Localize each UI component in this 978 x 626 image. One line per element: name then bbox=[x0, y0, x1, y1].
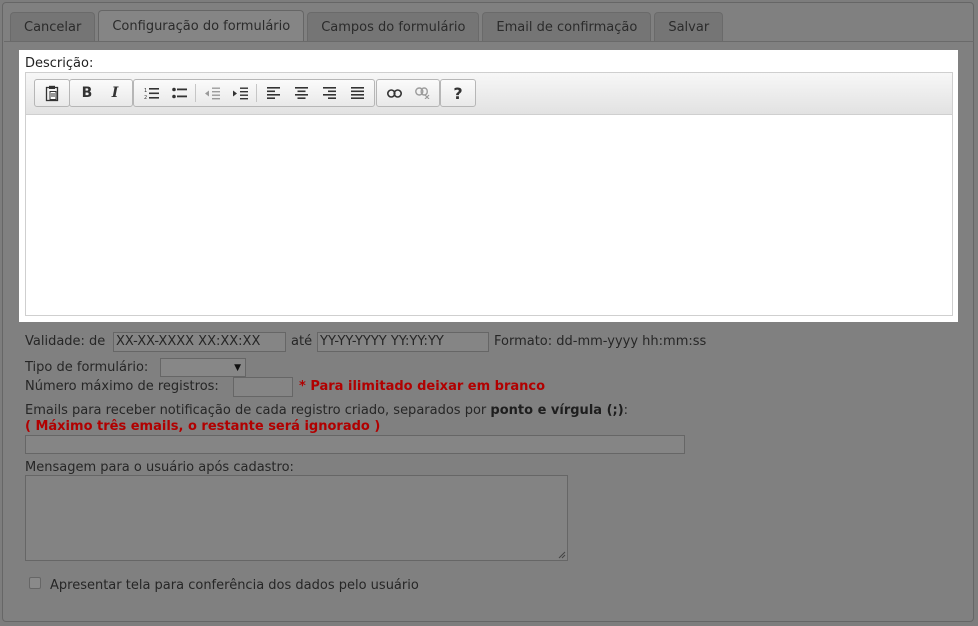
toolbar-group-lists: 12 bbox=[133, 79, 375, 107]
validity-label: Validade: de bbox=[25, 334, 106, 349]
unlink-icon[interactable] bbox=[408, 81, 436, 105]
emails-label-text: Emails para receber notificação de cada … bbox=[25, 403, 487, 418]
align-justify-icon[interactable] bbox=[343, 81, 371, 105]
toolbar-group-clipboard bbox=[34, 79, 70, 107]
help-button[interactable]: ? bbox=[444, 81, 472, 105]
svg-text:2: 2 bbox=[144, 95, 147, 100]
toolbar-separator bbox=[195, 84, 196, 102]
svg-text:1: 1 bbox=[144, 88, 147, 94]
confirm-data-label: Apresentar tela para conferência dos dad… bbox=[50, 578, 419, 593]
resize-handle-icon[interactable] bbox=[558, 551, 566, 559]
indent-icon[interactable] bbox=[226, 81, 254, 105]
tab-salvar[interactable]: Salvar bbox=[654, 12, 724, 41]
bold-button[interactable]: B bbox=[73, 81, 101, 105]
emails-label-colon: : bbox=[623, 403, 629, 418]
toolbar-separator bbox=[256, 84, 257, 102]
tab-cancelar[interactable]: Cancelar bbox=[10, 12, 96, 41]
toolbar-group-format: B I bbox=[69, 79, 133, 107]
description-label: Descrição: bbox=[25, 56, 94, 71]
message-textarea[interactable] bbox=[25, 475, 568, 561]
align-center-icon[interactable] bbox=[287, 81, 315, 105]
editor-content-area[interactable] bbox=[26, 115, 952, 315]
align-right-icon[interactable] bbox=[315, 81, 343, 105]
link-icon[interactable] bbox=[380, 81, 408, 105]
bullet-list-icon[interactable] bbox=[165, 81, 193, 105]
max-records-input[interactable] bbox=[233, 377, 293, 397]
confirm-data-checkbox[interactable] bbox=[29, 577, 41, 589]
tab-bar: Cancelar Configuração do formulário Camp… bbox=[10, 10, 724, 42]
paste-icon[interactable] bbox=[38, 81, 66, 105]
tab-email-confirmacao[interactable]: Email de confirmação bbox=[482, 12, 652, 41]
validity-from-input[interactable]: XX-XX-XXXX XX:XX:XX bbox=[113, 332, 286, 352]
validity-to-input[interactable]: YY-YY-YYYY YY:YY:YY bbox=[317, 332, 489, 352]
max-records-label: Número máximo de registros: bbox=[25, 379, 219, 394]
toolbar-group-help: ? bbox=[440, 79, 476, 107]
tab-configuracao[interactable]: Configuração do formulário bbox=[98, 10, 305, 41]
max-records-hint: * Para ilimitado deixar em branco bbox=[299, 379, 546, 394]
emails-hint: ( Máximo três emails, o restante será ig… bbox=[25, 419, 381, 434]
rich-text-editor: B I 12 ? bbox=[25, 72, 953, 316]
align-left-icon[interactable] bbox=[259, 81, 287, 105]
message-label: Mensagem para o usuário após cadastro: bbox=[25, 460, 294, 475]
tab-campos[interactable]: Campos do formulário bbox=[307, 12, 480, 41]
outdent-icon[interactable] bbox=[198, 81, 226, 105]
toolbar-group-link bbox=[376, 79, 440, 107]
editor-toolbar: B I 12 ? bbox=[26, 73, 952, 115]
description-panel: Descrição: B I 12 ? bbox=[19, 50, 958, 322]
emails-input[interactable] bbox=[25, 435, 685, 454]
form-type-label: Tipo de formulário: bbox=[25, 360, 149, 375]
italic-button[interactable]: I bbox=[101, 81, 129, 105]
emails-label-separator: ponto e vírgula (;) bbox=[490, 403, 624, 418]
tab-divider bbox=[4, 41, 974, 42]
validity-until-label: até bbox=[291, 334, 313, 349]
chevron-down-icon: ▼ bbox=[234, 363, 241, 373]
numbered-list-icon[interactable]: 12 bbox=[137, 81, 165, 105]
form-type-select[interactable]: ▼ bbox=[160, 358, 246, 377]
date-format-hint: Formato: dd-mm-yyyy hh:mm:ss bbox=[494, 334, 707, 349]
emails-label: Emails para receber notificação de cada … bbox=[25, 403, 628, 418]
